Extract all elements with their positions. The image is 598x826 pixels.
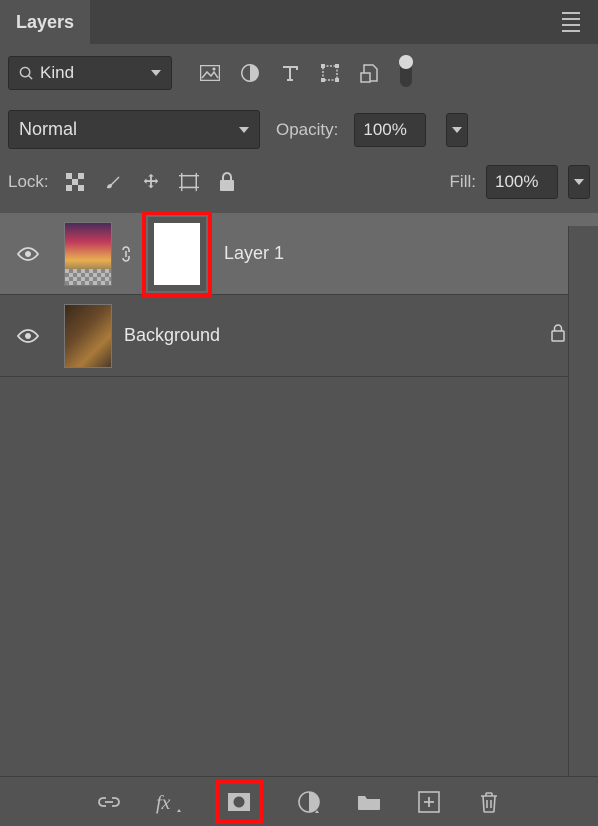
layer-name[interactable]: Layer 1 xyxy=(224,243,284,264)
lock-brush-icon[interactable] xyxy=(103,172,123,192)
opacity-dropdown[interactable] xyxy=(446,113,468,147)
filter-toggle[interactable] xyxy=(400,59,412,87)
lock-row: Lock: Fill: 100% xyxy=(0,157,598,207)
layers-list: Layer 1 Background xyxy=(0,213,598,377)
layer-lock-icon[interactable] xyxy=(550,324,566,347)
filter-type-icon[interactable] xyxy=(280,63,300,83)
opacity-label: Opacity: xyxy=(276,120,338,140)
layer-thumbnail[interactable] xyxy=(64,304,112,368)
fill-dropdown[interactable] xyxy=(568,165,590,199)
svg-text:fx: fx xyxy=(156,792,171,814)
visibility-eye-icon[interactable] xyxy=(16,328,40,344)
fill-label: Fill: xyxy=(450,172,476,192)
layer-row[interactable]: Background xyxy=(0,295,598,377)
lock-all-icon[interactable] xyxy=(217,172,237,192)
lock-transparency-icon[interactable] xyxy=(65,172,85,192)
chevron-down-icon xyxy=(574,179,584,185)
footer-bar: fx xyxy=(0,776,598,826)
panel-title: Layers xyxy=(16,12,74,33)
panel-tab-bar: Layers xyxy=(0,0,598,44)
new-group-icon[interactable] xyxy=(355,788,383,816)
lock-artboard-icon[interactable] xyxy=(179,172,199,192)
filter-smartobject-icon[interactable] xyxy=(360,63,380,83)
filter-adjustment-icon[interactable] xyxy=(240,63,260,83)
filter-pixel-icon[interactable] xyxy=(200,63,220,83)
layer-thumbnail[interactable] xyxy=(64,222,112,286)
lock-label: Lock: xyxy=(8,172,49,192)
chevron-down-icon xyxy=(151,70,161,76)
filter-shape-icon[interactable] xyxy=(320,63,340,83)
lock-position-icon[interactable] xyxy=(141,172,161,192)
opacity-input[interactable]: 100% xyxy=(354,113,426,147)
scroll-area xyxy=(568,226,598,776)
blend-row: Normal Opacity: 100% xyxy=(0,102,598,157)
new-layer-icon[interactable] xyxy=(415,788,443,816)
fill-input[interactable]: 100% xyxy=(486,165,558,199)
blend-mode-value: Normal xyxy=(19,119,77,140)
layer-name[interactable]: Background xyxy=(124,325,220,346)
kind-filter-select[interactable]: Kind xyxy=(8,56,172,90)
search-icon xyxy=(19,66,34,81)
layer-mask-thumbnail-highlighted[interactable] xyxy=(142,211,212,297)
layer-row[interactable]: Layer 1 xyxy=(0,213,598,295)
fx-layerstyle-icon[interactable]: fx xyxy=(155,788,183,816)
mask-link-icon[interactable] xyxy=(118,244,136,264)
kind-label: Kind xyxy=(40,63,74,83)
visibility-eye-icon[interactable] xyxy=(16,246,40,262)
chevron-down-icon xyxy=(452,127,462,133)
delete-layer-icon[interactable] xyxy=(475,788,503,816)
blend-mode-select[interactable]: Normal xyxy=(8,110,260,149)
layers-tab[interactable]: Layers xyxy=(0,0,90,44)
link-layers-icon[interactable] xyxy=(95,788,123,816)
chevron-down-icon xyxy=(239,127,249,133)
filter-row: Kind xyxy=(0,44,598,102)
add-mask-icon-highlighted[interactable] xyxy=(215,780,263,824)
panel-menu-icon[interactable] xyxy=(556,6,586,38)
new-fill-adjustment-icon[interactable] xyxy=(295,788,323,816)
